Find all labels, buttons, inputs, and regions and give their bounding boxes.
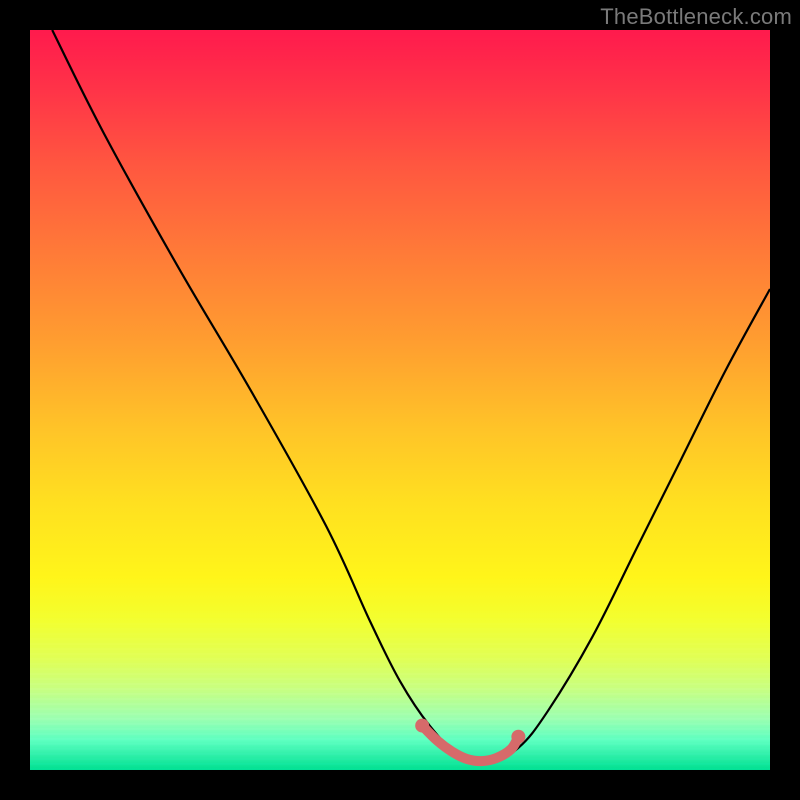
watermark-label: TheBottleneck.com [600, 4, 792, 30]
plot-area [30, 30, 770, 770]
plateau-path [422, 726, 518, 762]
plateau-endpoint-right-icon [511, 730, 525, 744]
plateau-overlay [30, 30, 770, 770]
chart-frame: TheBottleneck.com [0, 0, 800, 800]
plateau-endpoint-left-icon [415, 719, 429, 733]
